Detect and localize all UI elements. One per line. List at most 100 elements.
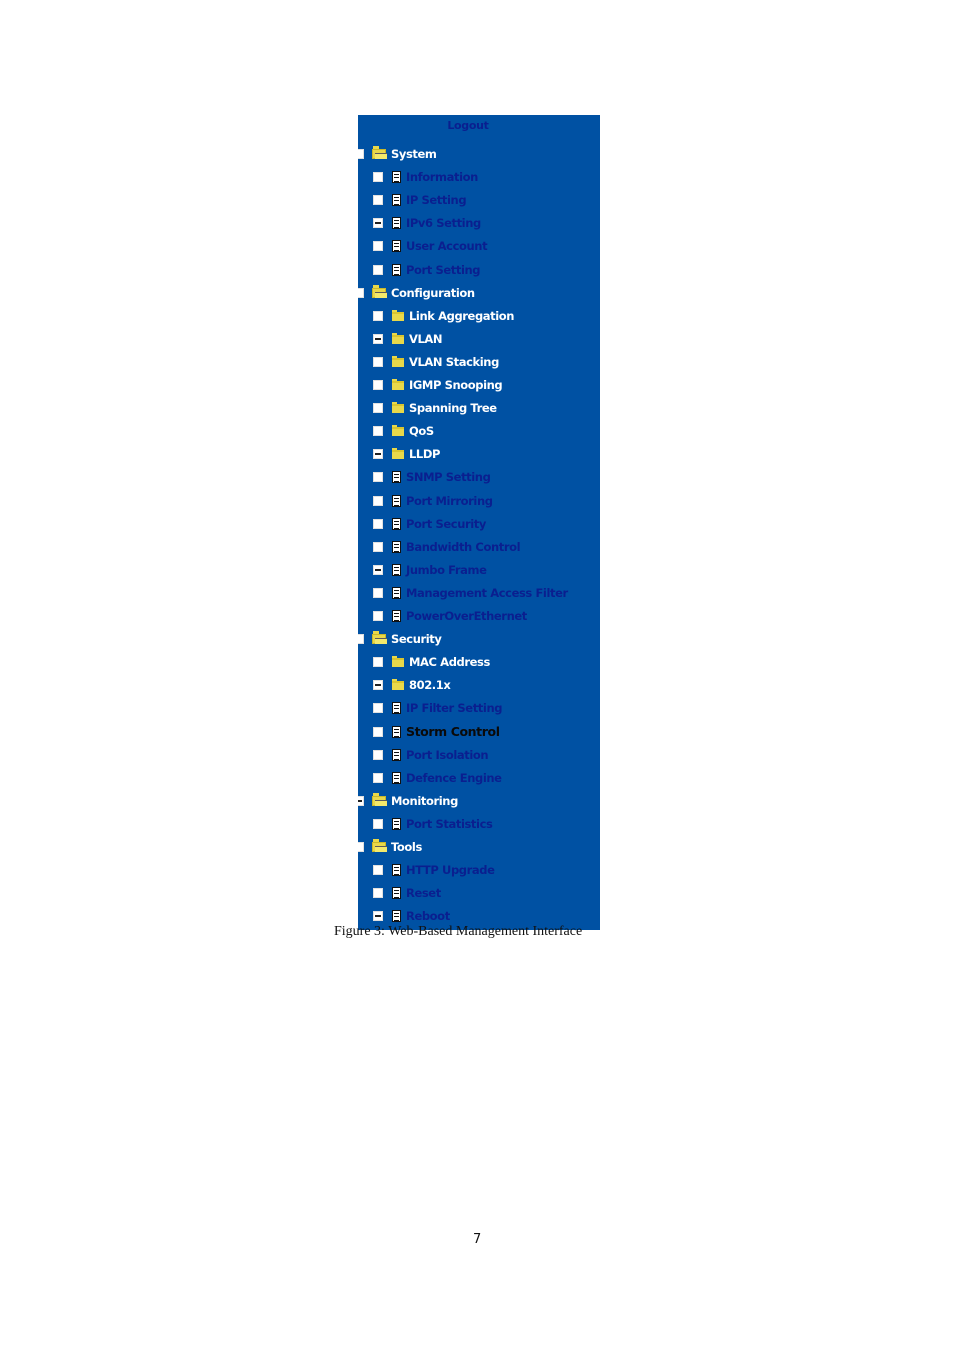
tree-label[interactable]: IP Setting: [406, 193, 467, 207]
collapse-toggle-icon[interactable]: [358, 795, 364, 806]
collapse-toggle-icon[interactable]: [373, 564, 383, 575]
tree-section-configuration[interactable]: Configuration: [358, 284, 475, 302]
tree-item-jumbo-frame[interactable]: Jumbo Frame: [373, 561, 487, 579]
tree-label[interactable]: Defence Engine: [406, 771, 502, 785]
tree-label[interactable]: Configuration: [391, 286, 475, 300]
tree-label[interactable]: HTTP Upgrade: [406, 863, 495, 877]
tree-item-port-security[interactable]: Port Security: [373, 515, 486, 533]
tree-label[interactable]: Reset: [406, 886, 441, 900]
tree-node-checkbox-icon[interactable]: [373, 611, 383, 621]
tree-label[interactable]: Reboot: [406, 909, 450, 923]
tree-item-lldp[interactable]: LLDP: [373, 445, 440, 463]
tree-node-checkbox-icon[interactable]: [373, 172, 383, 183]
tree-label[interactable]: Port Setting: [406, 263, 481, 277]
tree-label[interactable]: Spanning Tree: [409, 401, 497, 415]
tree-label[interactable]: Port Statistics: [406, 817, 493, 831]
tree-item-qos[interactable]: QoS: [373, 422, 434, 440]
tree-label[interactable]: SNMP Setting: [406, 470, 491, 484]
tree-label[interactable]: 802.1x: [409, 678, 451, 692]
tree-label[interactable]: IPv6 Setting: [406, 216, 481, 230]
tree-label[interactable]: Port Isolation: [406, 748, 489, 762]
tree-node-checkbox-icon[interactable]: [358, 634, 364, 645]
tree-item-defence-engine[interactable]: Defence Engine: [373, 769, 502, 787]
tree-node-checkbox-icon[interactable]: [358, 287, 364, 298]
tree-node-checkbox-icon[interactable]: [373, 518, 383, 529]
tree-section-tools[interactable]: Tools: [358, 838, 422, 856]
tree-node-checkbox-icon[interactable]: [373, 380, 383, 390]
tree-item-igmp-snooping[interactable]: IGMP Snooping: [373, 376, 503, 394]
logout-link[interactable]: Logout: [358, 119, 578, 132]
tree-label[interactable]: VLAN Stacking: [409, 355, 499, 369]
tree-item-management-access-filter[interactable]: Management Access Filter: [373, 584, 568, 602]
collapse-toggle-icon[interactable]: [373, 333, 383, 344]
tree-item-reset[interactable]: Reset: [373, 884, 441, 902]
tree-node-checkbox-icon[interactable]: [373, 749, 383, 760]
tree-item-ipv6-setting[interactable]: IPv6 Setting: [373, 214, 481, 232]
tree-label[interactable]: Storm Control: [406, 724, 500, 739]
tree-item-802-1x[interactable]: 802.1x: [373, 676, 451, 694]
tree-node-checkbox-icon[interactable]: [373, 657, 383, 668]
tree-node-checkbox-icon[interactable]: [373, 195, 383, 206]
tree-label[interactable]: Management Access Filter: [406, 586, 568, 600]
tree-label[interactable]: Port Security: [406, 517, 486, 531]
tree-node-checkbox-icon[interactable]: [373, 264, 383, 275]
tree-node-checkbox-icon[interactable]: [358, 149, 364, 159]
tree-item-user-account[interactable]: User Account: [373, 237, 488, 255]
tree-node-checkbox-icon[interactable]: [373, 772, 383, 783]
tree-section-monitoring[interactable]: Monitoring: [358, 792, 458, 810]
tree-label[interactable]: System: [391, 147, 437, 161]
tree-label[interactable]: Security: [391, 632, 442, 646]
tree-item-storm-control[interactable]: Storm Control: [373, 723, 500, 741]
tree-item-link-aggregation[interactable]: Link Aggregation: [373, 307, 514, 325]
tree-section-system[interactable]: System: [358, 145, 437, 163]
tree-item-http-upgrade[interactable]: HTTP Upgrade: [373, 861, 495, 879]
tree-label[interactable]: Tools: [391, 840, 422, 854]
collapse-toggle-icon[interactable]: [373, 449, 383, 460]
tree-node-checkbox-icon[interactable]: [373, 403, 383, 414]
tree-label[interactable]: User Account: [406, 239, 488, 253]
tree-node-checkbox-icon[interactable]: [373, 865, 383, 876]
tree-item-vlan[interactable]: VLAN: [373, 330, 443, 348]
tree-label[interactable]: MAC Address: [409, 655, 490, 669]
tree-label[interactable]: Information: [406, 170, 478, 184]
tree-node-checkbox-icon[interactable]: [373, 472, 383, 483]
tree-label[interactable]: PowerOverEthernet: [406, 609, 527, 623]
tree-item-port-mirroring[interactable]: Port Mirroring: [373, 492, 493, 510]
tree-section-security[interactable]: Security: [358, 630, 442, 648]
tree-item-port-isolation[interactable]: Port Isolation: [373, 746, 489, 764]
tree-node-checkbox-icon[interactable]: [373, 426, 383, 437]
tree-item-snmp-setting[interactable]: SNMP Setting: [373, 468, 491, 486]
tree-item-spanning-tree[interactable]: Spanning Tree: [373, 399, 497, 417]
tree-label[interactable]: LLDP: [409, 447, 440, 461]
tree-node-checkbox-icon[interactable]: [373, 356, 383, 367]
tree-item-port-setting[interactable]: Port Setting: [373, 261, 481, 279]
tree-item-bandwidth-control[interactable]: Bandwidth Control: [373, 538, 521, 556]
tree-label[interactable]: Monitoring: [391, 794, 458, 808]
tree-node-checkbox-icon[interactable]: [373, 587, 383, 598]
tree-node-checkbox-icon[interactable]: [373, 541, 383, 552]
tree-label[interactable]: VLAN: [409, 332, 443, 346]
tree-node-checkbox-icon[interactable]: [373, 818, 383, 829]
tree-node-checkbox-icon[interactable]: [373, 310, 383, 321]
tree-label[interactable]: Link Aggregation: [409, 309, 514, 323]
tree-node-checkbox-icon[interactable]: [373, 241, 383, 252]
tree-label[interactable]: Jumbo Frame: [406, 563, 487, 577]
tree-item-ip-setting[interactable]: IP Setting: [373, 191, 467, 209]
tree-node-checkbox-icon[interactable]: [373, 888, 383, 899]
tree-label[interactable]: IP Filter Setting: [406, 701, 502, 715]
tree-item-port-statistics[interactable]: Port Statistics: [373, 815, 493, 833]
tree-label[interactable]: QoS: [409, 424, 434, 438]
tree-item-poweroverethernet[interactable]: PowerOverEthernet: [373, 607, 527, 625]
tree-label[interactable]: Port Mirroring: [406, 494, 493, 508]
tree-node-checkbox-icon[interactable]: [373, 726, 383, 737]
tree-item-information[interactable]: Information: [373, 168, 478, 186]
tree-label[interactable]: Bandwidth Control: [406, 540, 521, 554]
tree-label[interactable]: IGMP Snooping: [409, 378, 503, 392]
tree-item-mac-address[interactable]: MAC Address: [373, 653, 490, 671]
tree-item-vlan-stacking[interactable]: VLAN Stacking: [373, 353, 499, 371]
collapse-toggle-icon[interactable]: [373, 911, 383, 922]
collapse-toggle-icon[interactable]: [373, 218, 383, 229]
tree-item-ip-filter-setting[interactable]: IP Filter Setting: [373, 699, 502, 717]
tree-node-checkbox-icon[interactable]: [358, 842, 364, 852]
collapse-toggle-icon[interactable]: [373, 680, 383, 691]
